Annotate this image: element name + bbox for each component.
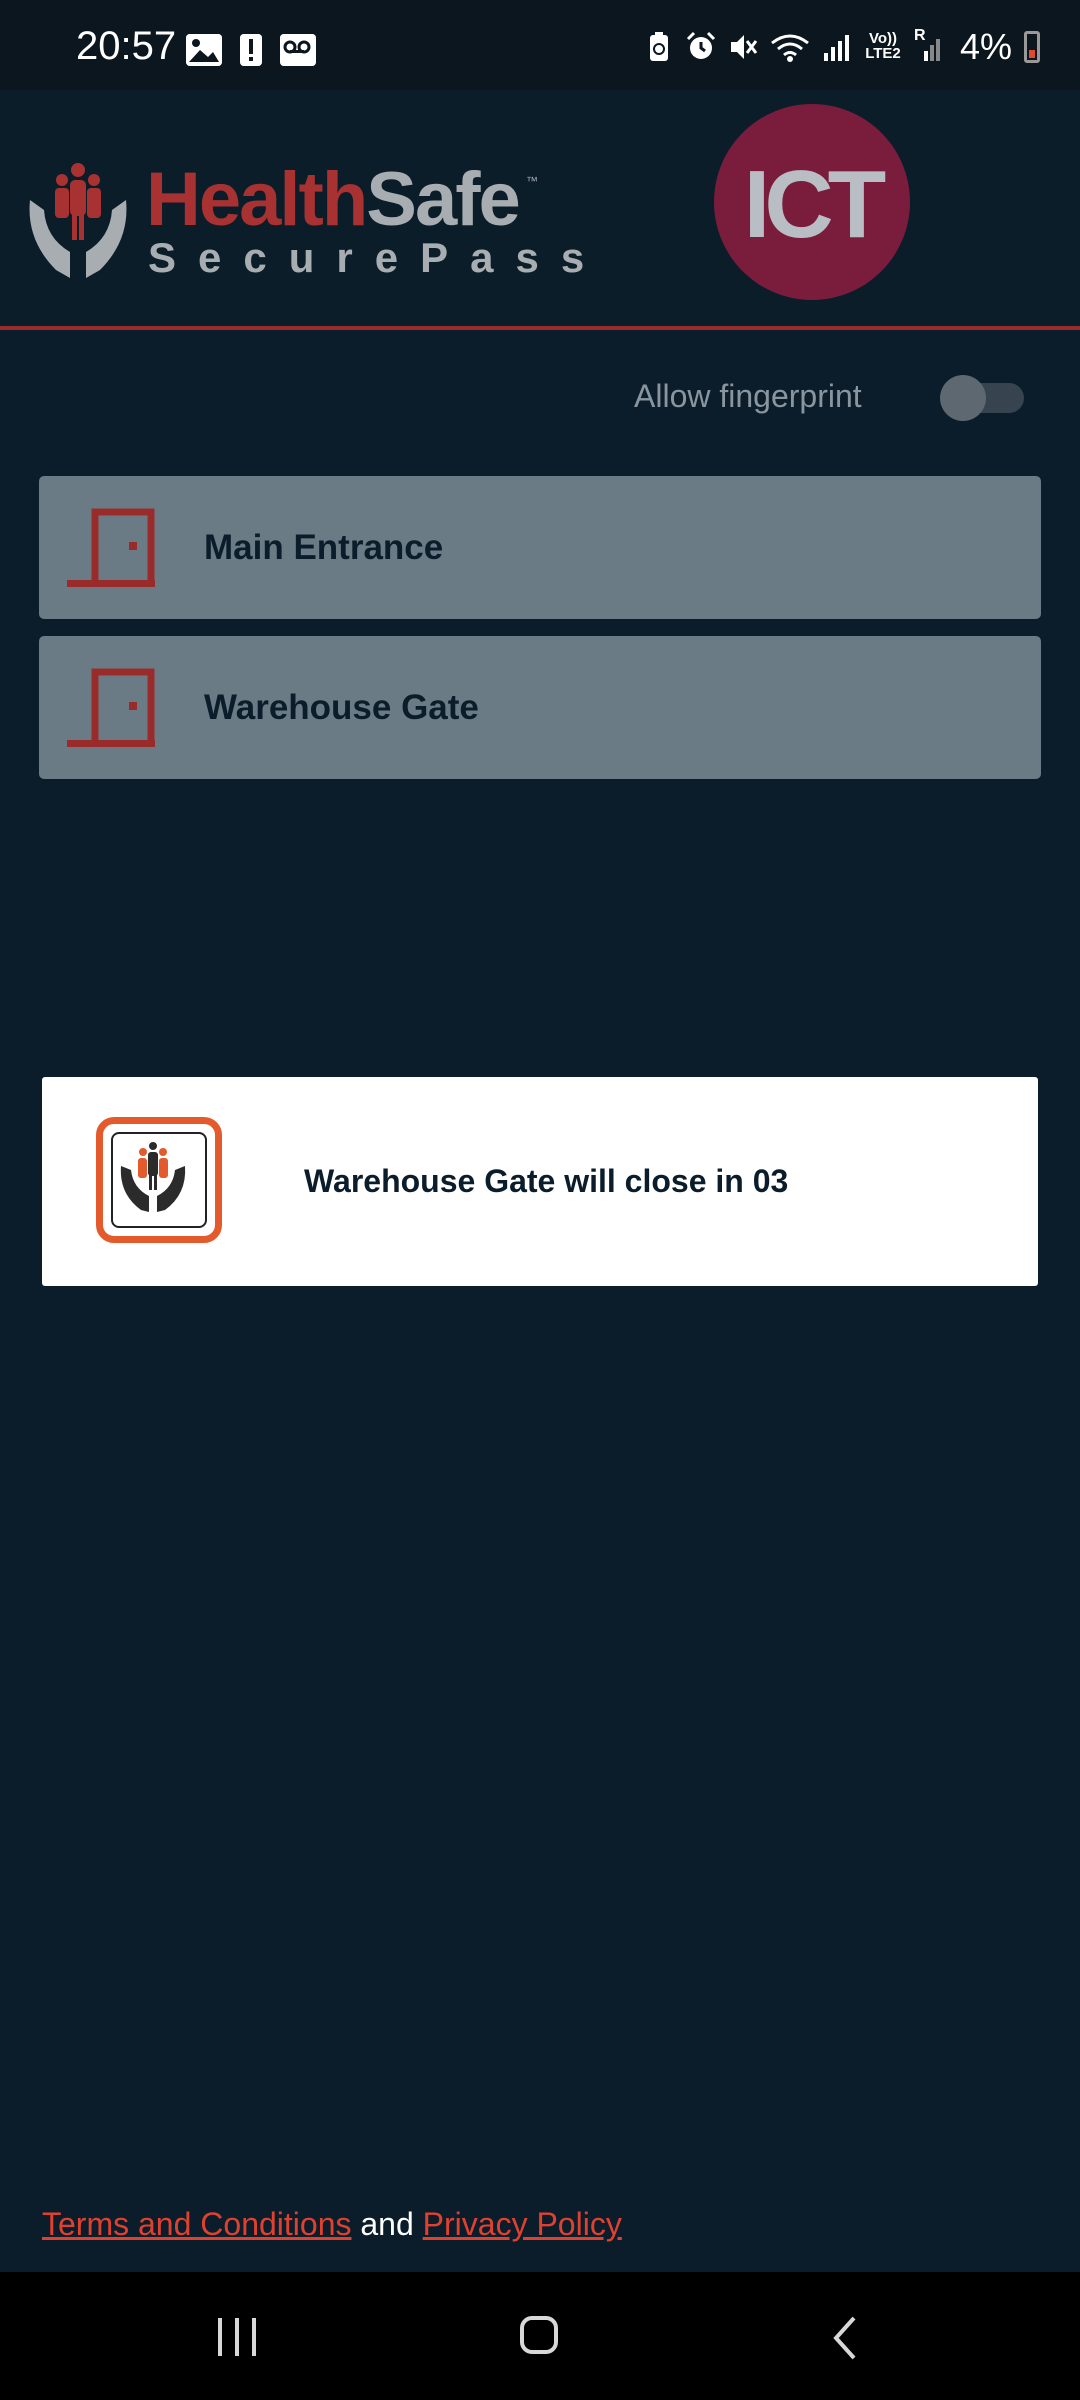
battery-percent: 4% <box>959 26 1012 67</box>
mute-icon <box>728 31 758 63</box>
back-icon[interactable] <box>826 2316 866 2360</box>
alarm-icon <box>686 31 716 63</box>
logo-wordmark: HealthSafe <box>146 157 521 242</box>
system-icons: Vo)) LTE2 R 4% <box>644 26 1040 68</box>
logo-subtitle: SecurePass <box>148 234 607 281</box>
ict-logo: ICT <box>714 104 910 300</box>
status-time: 20:57 <box>76 24 177 68</box>
alert-icon <box>240 34 262 66</box>
image-icon <box>186 34 222 66</box>
legal-footer: Terms and Conditions and Privacy Policy <box>42 2206 622 2243</box>
app-header: HealthSafe ™ SecurePass ICT <box>0 90 1080 330</box>
notification-icons <box>186 34 316 66</box>
recents-icon[interactable] <box>218 2318 258 2356</box>
home-icon[interactable] <box>520 2316 558 2354</box>
terms-link[interactable]: Terms and Conditions <box>42 2206 351 2242</box>
toast-notification: Warehouse Gate will close in 03 <box>42 1077 1038 1286</box>
privacy-link[interactable]: Privacy Policy <box>423 2206 622 2242</box>
door-icon <box>67 666 163 750</box>
lte-icon: Vo)) LTE2 <box>865 30 901 62</box>
fingerprint-label: Allow fingerprint <box>634 378 862 414</box>
wifi-icon <box>770 31 810 63</box>
fingerprint-toggle[interactable] <box>940 375 1024 421</box>
footer-connector: and <box>351 2206 423 2242</box>
battery-icon <box>1024 31 1040 63</box>
roaming-signal-icon: R <box>914 27 944 63</box>
door-label: Main Entrance <box>204 528 444 567</box>
status-bar: 20:57 Vo)) LTE2 R 4% <box>0 0 1080 90</box>
door-icon <box>67 506 163 590</box>
battery-saver-icon <box>644 31 674 63</box>
toast-message: Warehouse Gate will close in 03 <box>304 1163 789 1199</box>
system-navigation-bar <box>0 2272 1080 2400</box>
healthsafe-app-icon <box>96 1117 222 1243</box>
door-button-main-entrance[interactable]: Main Entrance <box>39 476 1041 619</box>
voicemail-icon <box>280 34 316 66</box>
door-label: Warehouse Gate <box>204 688 479 727</box>
trademark-symbol: ™ <box>526 174 538 188</box>
door-button-warehouse-gate[interactable]: Warehouse Gate <box>39 636 1041 779</box>
signal-icon <box>822 31 852 63</box>
healthsafe-hands-logo-icon <box>26 160 130 280</box>
